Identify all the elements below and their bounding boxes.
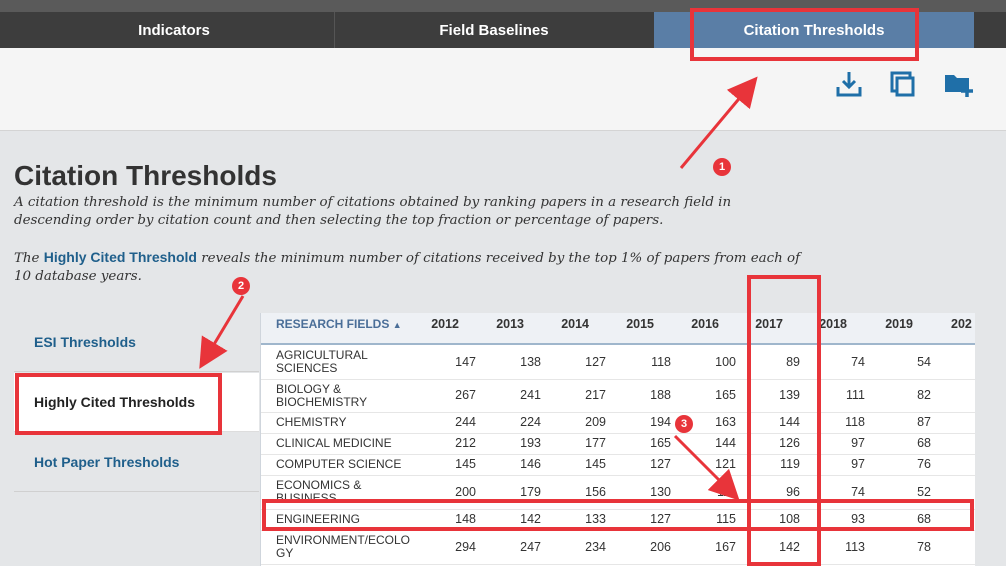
annotation-arrows xyxy=(199,76,758,501)
arrow-1 xyxy=(679,76,758,169)
arrow-2 xyxy=(199,295,245,369)
annotation-badge-1: 1 xyxy=(713,158,731,176)
arrow-3 xyxy=(673,434,740,501)
annotation-badge-2: 2 xyxy=(232,277,250,295)
annotation-badge-3: 3 xyxy=(675,415,693,433)
